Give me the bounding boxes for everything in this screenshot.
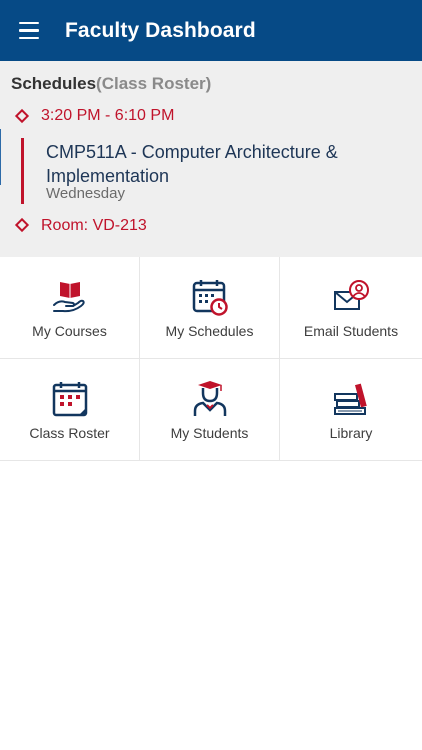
edge-marker — [0, 129, 1, 185]
schedule-heading-sub: (Class Roster) — [96, 74, 212, 93]
tile-label: My Students — [170, 425, 249, 441]
tile-my-schedules[interactable]: My Schedules — [140, 257, 280, 359]
book-hand-icon — [52, 282, 85, 313]
tile-email-students[interactable]: Email Students — [280, 257, 422, 359]
room-diamond-icon — [14, 217, 30, 233]
tile-label: Email Students — [303, 323, 399, 339]
time-diamond-icon — [14, 108, 30, 124]
calendar-clock-icon — [192, 280, 228, 316]
menu-button[interactable] — [0, 0, 62, 61]
email-user-icon — [334, 280, 369, 310]
tile-label: My Courses — [32, 323, 107, 339]
graduate-icon — [193, 381, 226, 416]
tile-library[interactable]: Library — [280, 359, 422, 461]
tile-my-students[interactable]: My Students — [140, 359, 280, 461]
tile-label: Library — [329, 425, 373, 441]
course-room: Room: VD-213 — [41, 217, 147, 234]
hamburger-menu-icon — [19, 19, 39, 42]
tile-label: Class Roster — [29, 425, 110, 441]
tile-label: My Schedules — [165, 323, 254, 339]
schedule-heading-label: Schedules — [11, 74, 97, 93]
page-title: Faculty Dashboard — [65, 18, 256, 42]
schedule-card[interactable]: Schedules(Class Roster) 3:20 PM - 6:10 P… — [0, 61, 422, 257]
schedule-time: 3:20 PM - 6:10 PM — [41, 107, 175, 124]
tile-my-courses[interactable]: My Courses — [0, 257, 140, 359]
app-bar: Faculty Dashboard — [0, 0, 422, 61]
schedule-heading: Schedules(Class Roster) — [11, 74, 211, 94]
course-day: Wednesday — [46, 185, 125, 202]
books-stack-icon — [334, 383, 367, 415]
course-title: CMP511A - Computer Architecture & Implem… — [46, 142, 338, 186]
calendar-grid-icon — [52, 382, 87, 417]
schedule-divider — [21, 138, 24, 204]
tile-class-roster[interactable]: Class Roster — [0, 359, 140, 461]
